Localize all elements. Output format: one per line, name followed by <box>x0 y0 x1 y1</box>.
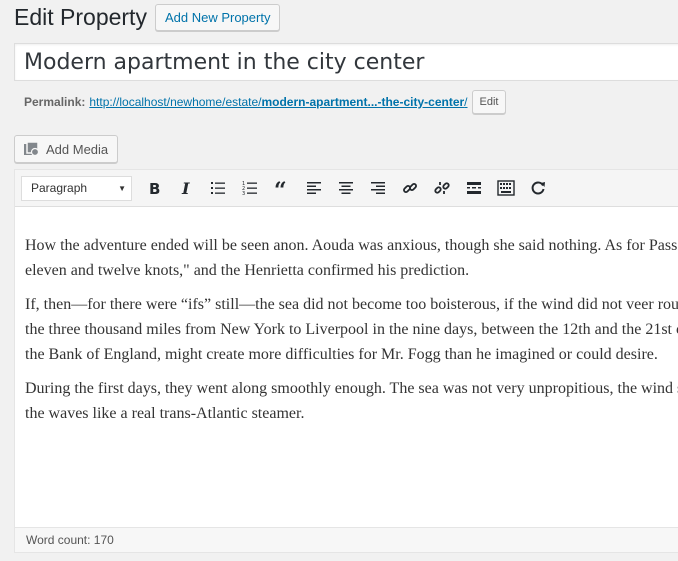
bold-icon[interactable]: B <box>138 173 170 203</box>
media-icon <box>24 141 40 157</box>
italic-icon[interactable]: I <box>170 173 202 203</box>
content-line: How the adventure ended will be seen ano… <box>25 237 678 254</box>
editor-toolbar: Paragraph ▼ B I 123 “ <box>15 170 678 207</box>
svg-text:I: I <box>181 180 190 196</box>
page-header: Edit Property Add New Property <box>14 2 281 32</box>
svg-text:3: 3 <box>242 191 245 196</box>
link-icon[interactable] <box>394 173 426 203</box>
content-line: the waves like a real trans-Atlantic ste… <box>25 405 305 422</box>
content-line: eleven and twelve knots," and the Henrie… <box>25 262 470 279</box>
content-paragraph: During the first days, they went along s… <box>25 376 678 426</box>
align-right-icon[interactable] <box>362 173 394 203</box>
page-title: Edit Property <box>14 4 147 30</box>
content-line: During the first days, they went along s… <box>25 380 678 397</box>
read-more-icon[interactable] <box>458 173 490 203</box>
content-line: the Bank of England, might create more d… <box>25 346 658 363</box>
bulleted-list-icon[interactable] <box>202 173 234 203</box>
blockquote-icon[interactable]: “ <box>266 173 298 203</box>
fullscreen-icon[interactable] <box>522 173 554 203</box>
format-select-value: Paragraph <box>31 181 88 195</box>
format-select[interactable]: Paragraph ▼ <box>21 175 132 201</box>
numbered-list-icon[interactable]: 123 <box>234 173 266 203</box>
edit-slug-button[interactable]: Edit <box>471 90 507 114</box>
toolbar-toggle-icon[interactable] <box>490 173 522 203</box>
content-line: the three thousand miles from New York t… <box>25 321 678 338</box>
post-title-input[interactable]: Modern apartment in the city center <box>14 43 678 81</box>
unlink-icon[interactable] <box>426 173 458 203</box>
chevron-down-icon: ▼ <box>118 183 126 193</box>
permalink-row: Permalink: http://localhost/newhome/esta… <box>24 90 507 114</box>
svg-text:B: B <box>149 180 160 196</box>
permalink-label: Permalink: <box>24 95 86 109</box>
align-left-icon[interactable] <box>298 173 330 203</box>
permalink-link[interactable]: http://localhost/newhome/estate/modern-a… <box>89 95 467 109</box>
content-line: If, then—for there were “ifs” still—the … <box>25 296 678 313</box>
content-editor: Paragraph ▼ B I 123 “ How the adventure … <box>14 169 678 553</box>
align-center-icon[interactable] <box>330 173 362 203</box>
status-bar: Word count: 170 <box>15 527 678 552</box>
content-paragraph: If, then—for there were “ifs” still—the … <box>25 292 678 367</box>
word-count: Word count: 170 <box>26 533 114 547</box>
add-media-button[interactable]: Add Media <box>14 135 119 163</box>
add-new-property-button[interactable]: Add New Property <box>154 3 281 31</box>
content-paragraph: How the adventure ended will be seen ano… <box>25 233 678 283</box>
add-media-label: Add Media <box>46 141 109 157</box>
svg-text:“: “ <box>274 180 287 196</box>
editor-content[interactable]: How the adventure ended will be seen ano… <box>15 207 678 527</box>
